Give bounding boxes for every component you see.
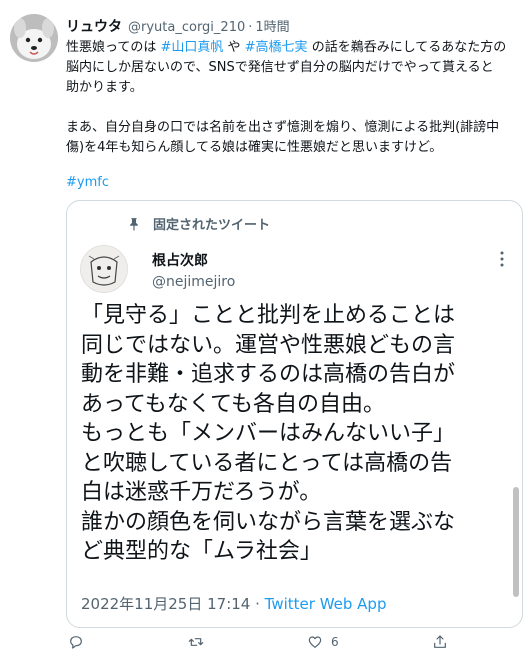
tweet-time[interactable]: 1時間 [255, 16, 289, 35]
author-avatar[interactable] [10, 14, 58, 62]
quoted-source-link[interactable]: Twitter Web App [265, 595, 387, 613]
quoted-text-line: 動を非難・追求するのは高橋の告白が [81, 362, 456, 387]
pinned-indicator: 固定されたツイート [127, 214, 270, 233]
tweet-text-line-4: まあ、自分自身の口では名前を出さず憶測を煽り、憶測による批判(誹謗中 [66, 120, 500, 135]
quoted-tweet-text: 「見守る」ことと批判を止めることは 同じではない。運営や性悪娘どもの言 動を非難… [81, 301, 513, 567]
hashtag-link-ymfc[interactable]: #ymfc [66, 173, 109, 193]
quoted-text-line: 誰かの顔色を伺いながら言葉を選ぶな [81, 509, 456, 535]
quoted-text-line: 「見守る」ことと批判を止めることは [81, 303, 456, 328]
quoted-text-line: と吹聴している者にとっては高橋の告 [81, 450, 453, 476]
author-name[interactable]: リュウタ [66, 16, 122, 36]
hashtag-link-takahashi[interactable]: #高橋七実 [245, 40, 308, 55]
tweet-text-line-5: 傷)を4年も知らん顔してる娘は確実に性悪娘だと思いますけど。 [66, 140, 443, 155]
text-segment: 性悪娘ってのは [66, 40, 161, 55]
quoted-text-line: 同じではない。運営や性悪娘どもの言 [81, 332, 456, 358]
like-icon [308, 636, 322, 648]
reply-button[interactable] [68, 634, 84, 650]
author-handle[interactable]: @ryuta_corgi_210 [128, 20, 245, 35]
tweet-header: リュウタ @ryuta_corgi_210 · 1時間 [66, 16, 290, 38]
retweet-button[interactable] [188, 634, 204, 650]
like-button[interactable]: 6 [307, 634, 339, 650]
text-segment: の話を鵜呑みにしてるあなた方の [307, 40, 507, 55]
quoted-timestamp[interactable]: 2022年11月25日 17:14 [81, 595, 250, 613]
share-button[interactable] [432, 634, 448, 650]
tweet-text-line-2: 脳内にしか居ないので、SNSで発信せず自分の脳内だけでやって貰えると [66, 60, 494, 75]
hashtag-link-yamaguchi[interactable]: #山口真帆 [160, 40, 223, 55]
tweet-text: 性悪娘ってのは #山口真帆 や #高橋七実 の話を鵜呑みにしてるあなた方の 脳内… [66, 38, 524, 158]
text-segment: や [223, 40, 245, 55]
reply-icon [70, 636, 82, 649]
quoted-text-line: 白は迷惑千万だろうが。 [81, 480, 322, 505]
quoted-text-line: もっとも「メンバーはみんないい子」 [81, 421, 456, 446]
quoted-author-handle[interactable]: @nejimejiro [152, 274, 235, 290]
quoted-tweet[interactable]: 固定されたツイート 根占次郎 @nejimejiro 「見守る」ことと批判を止め… [66, 200, 523, 628]
header-separator: · [248, 20, 253, 35]
quoted-author-name[interactable]: 根占次郎 [152, 250, 208, 270]
meta-separator: · [250, 595, 265, 613]
tweet-text-line-3: 助かります。 [66, 80, 143, 95]
tweet[interactable]: リュウタ @ryuta_corgi_210 · 1時間 性悪娘ってのは #山口真… [0, 0, 532, 667]
like-count: 6 [331, 635, 339, 649]
pin-icon [130, 217, 138, 231]
more-options-icon[interactable] [500, 251, 504, 267]
quoted-author-avatar[interactable] [80, 245, 128, 293]
quoted-tweet-meta: 2022年11月25日 17:14 · Twitter Web App [81, 593, 386, 614]
share-icon [434, 635, 446, 648]
quoted-text-line: ど典型的な「ムラ社会」 [81, 539, 322, 564]
pinned-label: 固定されたツイート [153, 218, 271, 233]
retweet-icon [188, 638, 204, 646]
quoted-text-line: あってもなくても各自の自由。 [81, 391, 386, 417]
tweet-actions: 6 [66, 632, 466, 654]
scrollbar-thumb[interactable] [513, 487, 519, 597]
tweet-text-line-1: 性悪娘ってのは #山口真帆 や #高橋七実 の話を鵜呑みにしてるあなた方の [66, 38, 524, 58]
